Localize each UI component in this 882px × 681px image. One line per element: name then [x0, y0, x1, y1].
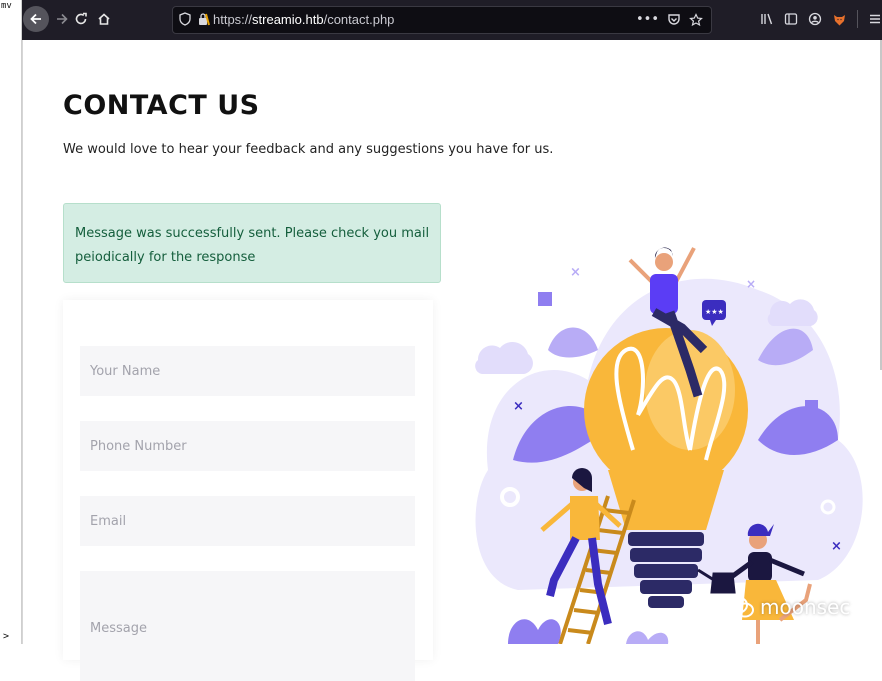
- terminal-strip: mv >: [0, 0, 22, 644]
- plant: [626, 631, 669, 644]
- shield-icon[interactable]: [179, 12, 191, 26]
- leaf-left-2: [548, 327, 598, 358]
- terminal-prompt: >: [3, 631, 10, 642]
- url-text[interactable]: https://streamio.htb/contact.php: [213, 12, 394, 27]
- arrow-right-icon: [57, 13, 68, 25]
- bulb-base: [640, 580, 692, 594]
- home-button[interactable]: [91, 6, 117, 32]
- page-actions-menu[interactable]: •••: [636, 12, 659, 27]
- back-button[interactable]: [23, 6, 49, 32]
- bulb-base: [634, 564, 698, 578]
- page-title: CONTACT US: [63, 90, 260, 121]
- name-field[interactable]: [80, 346, 415, 396]
- x-mark: ×: [513, 399, 524, 414]
- puzzle-piece: [805, 400, 818, 413]
- hamburger-menu-icon[interactable]: [868, 12, 882, 26]
- toolbar-divider: [857, 10, 858, 28]
- bulb-base: [630, 548, 702, 562]
- person-top: [748, 552, 772, 582]
- bulb-base: [628, 532, 704, 546]
- url-path: /contact.php: [323, 12, 395, 27]
- reload-icon: [75, 12, 87, 25]
- bulb-highlight: [645, 330, 735, 450]
- arrow-left-icon: [30, 13, 41, 25]
- x-mark: ×: [831, 539, 842, 554]
- url-domain: streamio.htb: [252, 12, 324, 27]
- insecure-lock-icon[interactable]: [197, 12, 210, 26]
- person-top: [570, 496, 600, 540]
- chat-bubble-text: ★★★: [705, 308, 724, 316]
- wechat-icon: [726, 596, 754, 618]
- bookmark-star-icon[interactable]: [689, 12, 703, 27]
- success-alert: Message was successfully sent. Please ch…: [63, 203, 441, 283]
- puzzle-piece: [538, 292, 552, 306]
- pocket-icon[interactable]: [667, 13, 681, 27]
- lightbulb-illustration: × × × × ★★★: [475, 247, 863, 644]
- x-mark: ×: [746, 277, 756, 291]
- watermark-text: moonsec: [760, 595, 851, 619]
- page-content: CONTACT US We would love to hear your fe…: [22, 40, 882, 681]
- email-field[interactable]: [80, 496, 415, 546]
- url-bar[interactable]: https://streamio.htb/contact.php •••: [172, 6, 712, 34]
- cloud-right: [767, 299, 818, 326]
- home-icon: [98, 13, 110, 25]
- terminal-text: mv: [1, 1, 12, 11]
- extension-fox-icon[interactable]: [832, 12, 847, 27]
- cloud-left: [475, 341, 533, 374]
- message-field[interactable]: [80, 571, 415, 681]
- account-icon[interactable]: [808, 12, 822, 26]
- x-mark: ×: [570, 265, 581, 280]
- contact-form: [63, 300, 433, 681]
- page-subtitle: We would love to hear your feedback and …: [63, 142, 554, 157]
- library-icon[interactable]: [760, 12, 774, 26]
- person-shirt: [650, 274, 678, 314]
- browser-toolbar: https://streamio.htb/contact.php •••: [22, 0, 882, 40]
- url-scheme: https://: [213, 12, 253, 27]
- sidebar-icon[interactable]: [784, 12, 798, 26]
- watermark: moonsec: [726, 595, 850, 619]
- plant: [508, 619, 561, 644]
- alert-message: Message was successfully sent. Please ch…: [75, 226, 430, 265]
- phone-field[interactable]: [80, 421, 415, 471]
- person-head: [655, 253, 673, 271]
- bulb-base: [648, 596, 684, 608]
